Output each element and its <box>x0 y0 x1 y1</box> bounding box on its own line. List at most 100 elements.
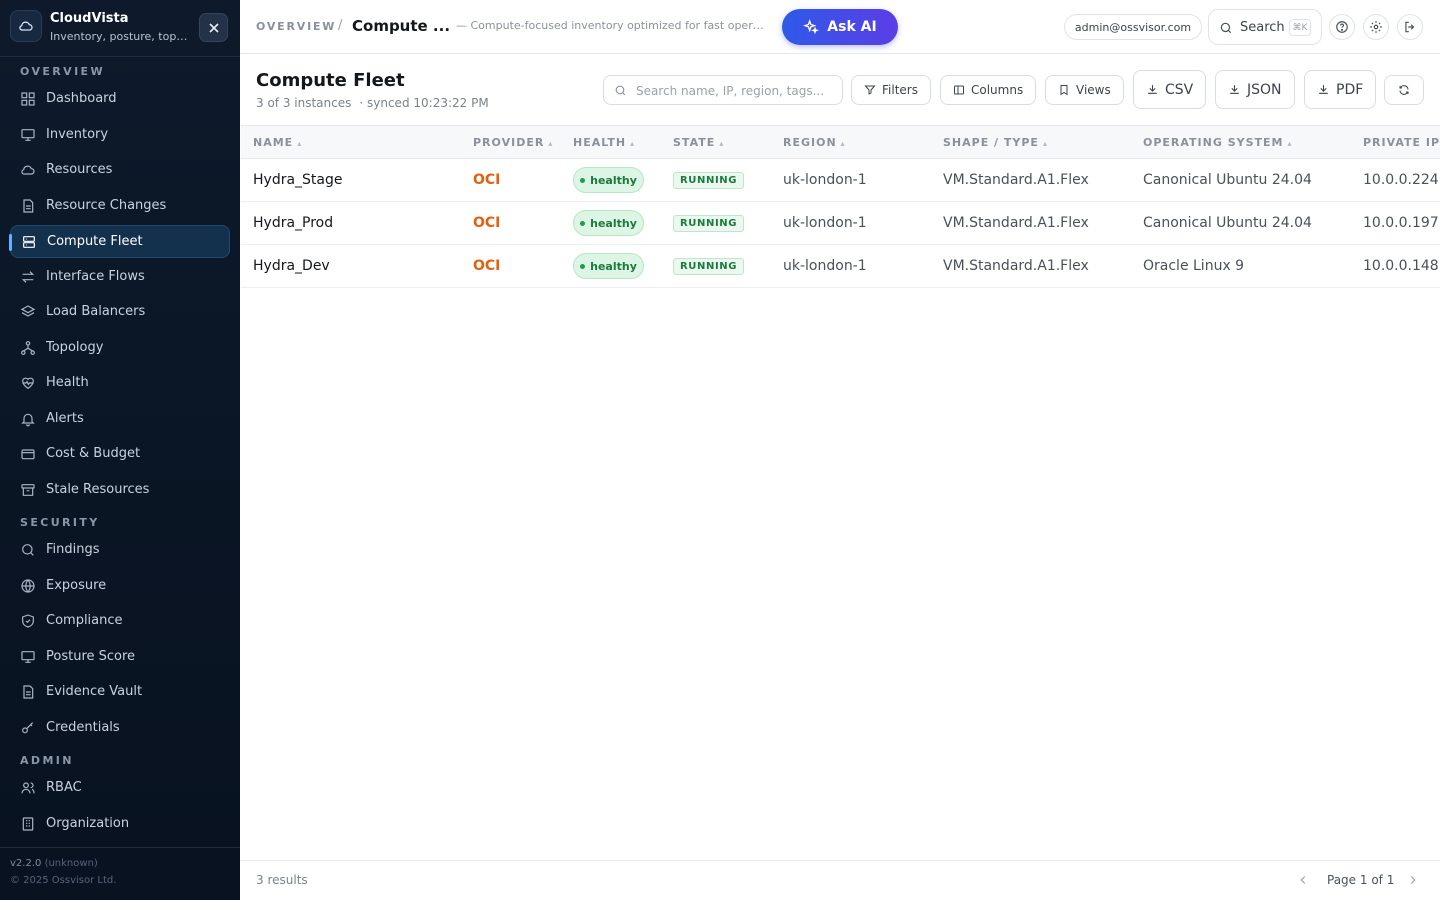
state-badge: RUNNING <box>673 215 745 232</box>
sidebar-item-health[interactable]: Health <box>10 367 230 400</box>
column-header-provider[interactable]: PROVIDER ▴︎ <box>473 136 552 149</box>
sidebar-item-resource-changes[interactable]: Resource Changes <box>10 190 230 223</box>
csv-label: CSV <box>1165 81 1194 98</box>
column-header-state[interactable]: STATE ▴︎ <box>673 136 723 149</box>
sidebar-item-inventory[interactable]: Inventory <box>10 119 230 152</box>
page-indicator: Page 1 of 1 <box>1327 873 1395 887</box>
sidebar-item-label: Cost & Budget <box>46 446 141 461</box>
sidebar-item-exposure[interactable]: Exposure <box>10 570 230 603</box>
shape-cell: VM.Standard.A1.Flex <box>943 215 1089 231</box>
refresh-icon <box>1399 85 1409 95</box>
file-icon <box>23 685 34 699</box>
chevron-right-icon[interactable] <box>1406 873 1420 887</box>
active-indicator <box>9 234 12 251</box>
sidebar-item-resources[interactable]: Resources <box>10 154 230 187</box>
table-row[interactable]: Hydra_Stage OCI healthy RUNNING uk-london-1 V… <box>241 159 1440 202</box>
state-badge: RUNNING <box>673 258 745 275</box>
version-number: v2.2.0 <box>10 858 42 869</box>
logout-button[interactable] <box>1397 14 1423 40</box>
arrows-icon <box>21 271 35 283</box>
help-button[interactable] <box>1329 14 1355 40</box>
global-search-button[interactable]: Search ⌘K <box>1208 9 1322 45</box>
column-header-region[interactable]: REGION ▴︎ <box>783 136 845 149</box>
sidebar-item-dashboard[interactable]: Dashboard <box>10 83 230 116</box>
column-header-private-ip[interactable]: PRIVATE IP <box>1363 136 1440 149</box>
brand: CloudVista Inventory, posture, topology <box>10 10 230 46</box>
column-header-operating-system[interactable]: OPERATING SYSTEM ▴︎ <box>1143 136 1292 149</box>
private-ip-cell: 10.0.0.224 <box>1363 172 1439 188</box>
search-icon <box>615 85 626 96</box>
sidebar-item-label: RBAC <box>46 780 82 795</box>
sidebar-item-stale-resources[interactable]: Stale Resources <box>10 474 230 507</box>
json-label: JSON <box>1247 81 1282 98</box>
export-csv-button[interactable]: CSV <box>1133 70 1207 109</box>
filters-button[interactable]: Filters <box>851 75 931 105</box>
table-header: NAME ▴︎ PROVIDER ▴︎ HEALTH ▴︎ STATE ▴︎ REGION ▴︎ S… <box>241 126 1440 159</box>
export-pdf-button[interactable]: PDF <box>1304 70 1377 109</box>
sidebar-item-organization[interactable]: Organization <box>10 808 230 841</box>
sidebar-item-load-balancers[interactable]: Load Balancers <box>10 296 230 329</box>
search-shortcut: ⌘K <box>1289 19 1311 36</box>
export-json-button[interactable]: JSON <box>1215 70 1295 109</box>
search-icon <box>22 544 34 556</box>
columns-button[interactable]: Columns <box>940 75 1037 105</box>
shield-icon <box>22 614 34 628</box>
sidebar-item-cost-budget[interactable]: Cost & Budget <box>10 438 230 471</box>
shape-cell: VM.Standard.A1.Flex <box>943 258 1089 274</box>
users-icon <box>21 782 35 794</box>
instance-name[interactable]: Hydra_Dev <box>253 258 330 274</box>
column-header-health[interactable]: HEALTH ▴︎ <box>573 136 634 149</box>
sidebar-item-credentials[interactable]: Credentials <box>10 712 230 745</box>
sidebar-item-compliance[interactable]: Compliance <box>10 605 230 638</box>
bell-icon <box>21 413 35 427</box>
sidebar-item-interface-flows[interactable]: Interface Flows <box>10 261 230 294</box>
table-search[interactable] <box>603 75 843 105</box>
breadcrumb-separator: / <box>338 18 343 33</box>
sidebar-item-posture-score[interactable]: Posture Score <box>10 641 230 674</box>
sidebar-item-rbac[interactable]: RBAC <box>10 772 230 805</box>
search-label: Search <box>1240 20 1285 35</box>
sidebar-item-label: Evidence Vault <box>46 684 143 699</box>
user-email[interactable]: admin@ossvisor.com <box>1064 14 1202 40</box>
sidebar-item-label: Credentials <box>46 720 120 735</box>
chevron-left-icon[interactable] <box>1296 873 1310 887</box>
section-heading-security: SECURITY <box>20 516 100 529</box>
breadcrumb-root[interactable]: OVERVIEW <box>256 20 336 33</box>
pagination: Page 1 of 1 <box>1296 873 1426 889</box>
sidebar-item-compute-fleet[interactable]: Compute Fleet <box>9 225 230 258</box>
close-sidebar-button[interactable] <box>199 13 228 42</box>
topbar: OVERVIEW / Compute ... — Compute-focused… <box>240 0 1440 54</box>
sync-time: · synced 10:23:22 PM <box>359 96 489 110</box>
sidebar-item-findings[interactable]: Findings <box>10 534 230 567</box>
sort-icon: ▴︎ <box>297 139 302 148</box>
column-header-name[interactable]: NAME ▴︎ <box>253 136 301 149</box>
health-label: healthy <box>590 259 637 273</box>
app-tagline: Inventory, posture, topology <box>50 30 190 43</box>
sidebar-item-label: Load Balancers <box>46 304 146 319</box>
file-icon <box>23 199 34 213</box>
sidebar-item-label: Dashboard <box>46 91 117 106</box>
archive-icon <box>21 484 35 496</box>
refresh-button[interactable] <box>1384 75 1424 105</box>
column-header-shape-type[interactable]: SHAPE / TYPE ▴︎ <box>943 136 1047 149</box>
ask-ai-button[interactable]: Ask AI <box>782 9 898 45</box>
table-row[interactable]: Hydra_Dev OCI healthy RUNNING uk-london-1 VM.… <box>241 245 1440 288</box>
views-button[interactable]: Views <box>1045 75 1124 105</box>
provider-label: OCI <box>473 215 501 231</box>
column-header-label: OPERATING SYSTEM <box>1143 136 1284 149</box>
sidebar-item-alerts[interactable]: Alerts <box>10 403 230 436</box>
sidebar-item-label: Stale Resources <box>46 482 150 497</box>
sidebar-item-evidence-vault[interactable]: Evidence Vault <box>10 676 230 709</box>
compute-table: NAME ▴︎ PROVIDER ▴︎ HEALTH ▴︎ STATE ▴︎ REGION ▴︎ S… <box>241 125 1440 861</box>
state-badge: RUNNING <box>673 172 745 189</box>
sidebar-item-label: Inventory <box>46 127 109 142</box>
settings-button[interactable] <box>1363 14 1389 40</box>
dashboard-icon <box>21 92 35 106</box>
sidebar-item-topology[interactable]: Topology <box>10 332 230 365</box>
instance-name[interactable]: Hydra_Stage <box>253 172 343 188</box>
table-row[interactable]: Hydra_Prod OCI healthy RUNNING uk-london-1 VM… <box>241 202 1440 245</box>
table-search-input[interactable] <box>636 81 836 101</box>
heart-pulse-icon <box>22 377 34 390</box>
instance-name[interactable]: Hydra_Prod <box>253 215 333 231</box>
region-cell: uk-london-1 <box>783 172 867 188</box>
